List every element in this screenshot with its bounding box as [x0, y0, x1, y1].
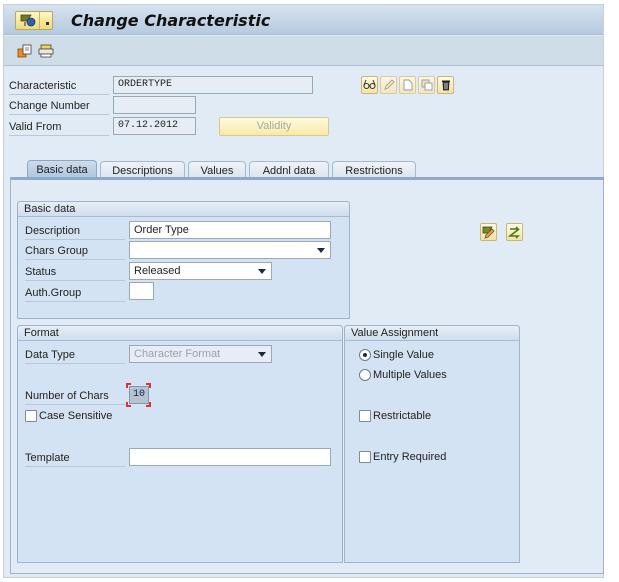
number-of-chars-label: Number of Chars [25, 387, 125, 405]
chars-group-label: Chars Group [25, 242, 125, 260]
group-title: Basic data [18, 202, 349, 217]
case-sensitive-label: Case Sensitive [39, 410, 113, 422]
print-icon[interactable] [38, 44, 54, 58]
focus-corner [126, 402, 131, 407]
data-type-select[interactable]: Character Format [129, 345, 272, 363]
focus-corner [146, 402, 151, 407]
other-object-icon[interactable] [17, 44, 33, 58]
page-title: Change Characteristic [71, 11, 271, 30]
chevron-down-icon [258, 269, 266, 274]
auth-group-label: Auth.Group [25, 284, 125, 302]
switch-icon[interactable] [506, 223, 523, 241]
characteristic-label: Characteristic [9, 77, 109, 95]
title-bar: Change Characteristic [4, 5, 603, 35]
sap-menu-icon [16, 12, 40, 29]
template-input[interactable] [129, 448, 331, 466]
template-label: Template [25, 449, 125, 467]
case-sensitive-checkbox[interactable] [25, 410, 37, 422]
change-number-field[interactable] [113, 96, 196, 114]
group-title: Value Assignment [345, 326, 519, 341]
multiple-values-label: Multiple Values [373, 369, 447, 381]
entry-required-checkbox[interactable] [359, 451, 371, 463]
focus-corner [146, 383, 151, 388]
display-icon[interactable] [361, 76, 378, 94]
valid-from-label: Valid From [9, 118, 109, 136]
restrictable-label: Restrictable [373, 410, 432, 422]
data-type-label: Data Type [25, 346, 125, 364]
single-value-label: Single Value [373, 349, 434, 361]
edit-description-icon[interactable] [480, 223, 497, 241]
chevron-down-icon [258, 352, 266, 357]
status-label: Status [25, 263, 125, 281]
multiple-values-radio[interactable] [359, 369, 371, 381]
edit-icon[interactable] [380, 76, 397, 94]
entry-required-label: Entry Required [373, 451, 447, 463]
format-group: Format Data Type Character Format Number… [17, 325, 343, 563]
group-title: Format [18, 326, 342, 341]
data-type-value: Character Format [134, 348, 221, 360]
chars-group-select[interactable] [129, 241, 331, 259]
sap-window: Change Characteristic Characteristic ORD… [3, 4, 604, 578]
create-icon[interactable] [399, 76, 416, 94]
chevron-down-icon [317, 248, 325, 253]
menu-button[interactable] [15, 11, 53, 30]
change-number-label: Change Number [9, 97, 109, 115]
focus-corner [126, 383, 131, 388]
restrictable-checkbox[interactable] [359, 410, 371, 422]
menu-dropdown-icon[interactable] [40, 12, 52, 29]
delete-icon[interactable] [437, 76, 454, 94]
single-value-radio[interactable] [359, 349, 371, 361]
description-label: Description [25, 222, 125, 240]
copy-icon[interactable] [418, 76, 435, 94]
status-select[interactable]: Released [129, 262, 272, 280]
tab-panel-basic-data: Basic data Description Order Type Chars … [10, 177, 604, 574]
value-assignment-group: Value Assignment Single Value Multiple V… [344, 325, 520, 563]
application-toolbar [4, 36, 603, 66]
status-value: Released [134, 265, 181, 277]
description-input[interactable]: Order Type [129, 221, 331, 239]
characteristic-field: ORDERTYPE [113, 76, 313, 94]
validity-button[interactable]: Validity [219, 117, 329, 136]
basic-data-group: Basic data Description Order Type Chars … [17, 201, 350, 319]
auth-group-input[interactable] [129, 282, 154, 300]
valid-from-field[interactable]: 07.12.2012 [113, 117, 196, 135]
